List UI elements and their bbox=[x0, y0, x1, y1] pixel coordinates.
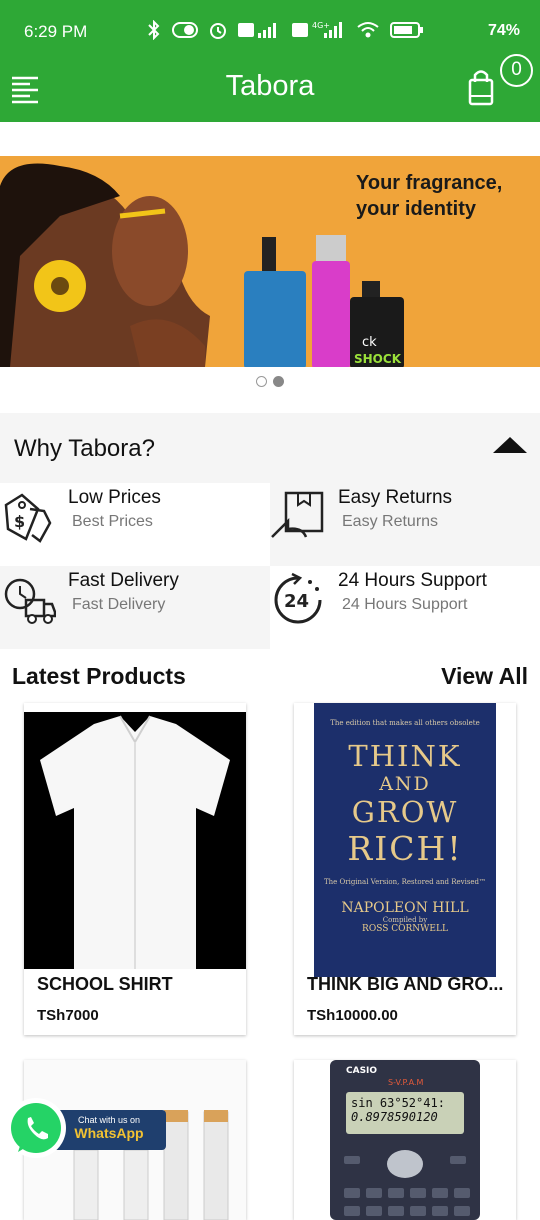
svg-text:$: $ bbox=[14, 512, 25, 531]
why-section-header[interactable]: Why Tabora? bbox=[0, 413, 540, 483]
book-compiled-by: Compiled by bbox=[382, 916, 428, 924]
calculator-display: sin 63°52°41: 0.8978590120 bbox=[346, 1092, 464, 1134]
book-subtitle: The Original Version, Restored and Revis… bbox=[323, 878, 487, 886]
feature-24h-support: 24 24 Hours Support 24 Hours Support bbox=[270, 566, 540, 649]
carousel-dot-2[interactable] bbox=[273, 376, 285, 387]
whatsapp-chat-button[interactable]: Chat with us on WhatsApp bbox=[4, 1096, 168, 1166]
carousel-dot-1[interactable] bbox=[255, 376, 267, 387]
feature-title: 24 Hours Support bbox=[338, 570, 487, 591]
banner-model-image bbox=[0, 163, 210, 367]
product-card-school-shirt[interactable]: SCHOOL SHIRT TSh7000 bbox=[24, 703, 246, 1035]
calculator-brand: CASIO bbox=[346, 1066, 378, 1076]
product-image-shirt bbox=[24, 712, 246, 969]
feature-low-prices: $ Low Prices Best Prices bbox=[0, 483, 270, 566]
svg-text:SHOCK: SHOCK bbox=[354, 352, 402, 366]
feature-subtitle: Best Prices bbox=[72, 513, 153, 530]
signal-2-icon: 4G+ bbox=[292, 21, 342, 38]
battery-icon bbox=[390, 22, 423, 38]
wifi-icon bbox=[357, 22, 379, 38]
carousel-indicator bbox=[0, 374, 540, 392]
feature-fast-delivery: Fast Delivery Fast Delivery bbox=[0, 566, 270, 649]
feature-easy-returns: Easy Returns Easy Returns bbox=[270, 483, 540, 566]
book-editor: ROSS CORNWELL bbox=[362, 924, 448, 934]
svg-text:4G+: 4G+ bbox=[312, 21, 330, 30]
shopping-bag-icon[interactable] bbox=[466, 68, 500, 106]
product-price: TSh10000.00 bbox=[307, 1007, 398, 1024]
product-card-think-grow-rich[interactable]: The edition that makes all others obsole… bbox=[294, 703, 516, 1035]
calculator-model: S-V.P.A.M bbox=[388, 1078, 424, 1087]
book-title-line-3: GROW bbox=[351, 795, 459, 829]
whatsapp-icon bbox=[6, 1098, 66, 1158]
product-price: TSh7000 bbox=[37, 1007, 99, 1024]
alarm-icon bbox=[210, 23, 226, 39]
status-bar: 6:29 PM 4G+ 74% bbox=[0, 0, 540, 62]
product-name: THINK BIG AND GRO... bbox=[307, 974, 504, 994]
book-title-line-4: RICH! bbox=[347, 829, 463, 868]
display-line-2: 0.8978590120 bbox=[351, 1110, 438, 1124]
app-bar: Tabora 0 bbox=[0, 54, 540, 122]
banner-headline: Your fragrance, your identity bbox=[356, 170, 536, 222]
product-name: SCHOOL SHIRT bbox=[37, 974, 173, 994]
book-author: NAPOLEON HILL bbox=[341, 900, 469, 916]
return-box-icon bbox=[271, 491, 324, 538]
why-title: Why Tabora? bbox=[14, 435, 155, 462]
perfume-bottles-image: ck SHOCK bbox=[244, 235, 404, 367]
banner-line-1: Your fragrance, bbox=[356, 172, 503, 194]
feature-title: Easy Returns bbox=[338, 487, 453, 508]
calculator-keys bbox=[344, 1150, 470, 1216]
display-line-1: sin 63°52°41: bbox=[351, 1096, 445, 1110]
toggle-icon bbox=[172, 22, 198, 38]
book-tagline: The edition that makes all others obsole… bbox=[330, 719, 480, 727]
app-title: Tabora bbox=[225, 70, 315, 102]
status-icons: 4G+ bbox=[146, 20, 424, 40]
clock-24-icon: 24 bbox=[274, 572, 322, 624]
product-image-calculator: CASIO S-V.P.A.M sin 63°52°41: 0.89785901… bbox=[330, 1060, 480, 1220]
bluetooth-icon bbox=[148, 20, 160, 40]
product-card-calculator[interactable]: CASIO S-V.P.A.M sin 63°52°41: 0.89785901… bbox=[294, 1060, 516, 1220]
svg-text:ck: ck bbox=[362, 335, 377, 350]
cart-count-badge[interactable]: 0 bbox=[500, 54, 533, 87]
feature-title: Fast Delivery bbox=[68, 570, 179, 591]
book-title-line-2: AND bbox=[379, 773, 431, 795]
feature-title: Low Prices bbox=[68, 487, 161, 508]
status-time: 6:29 PM bbox=[24, 22, 88, 41]
battery-percent: 74% bbox=[487, 22, 520, 39]
delivery-truck-icon bbox=[4, 578, 56, 624]
banner-line-2: your identity bbox=[356, 198, 477, 220]
latest-products-title: Latest Products bbox=[12, 663, 186, 689]
book-title-line-1: THINK bbox=[348, 739, 462, 773]
signal-1-icon bbox=[238, 23, 276, 38]
price-tag-icon: $ bbox=[4, 493, 52, 543]
product-image-book: The edition that makes all others obsole… bbox=[314, 703, 496, 977]
collapse-caret-icon[interactable] bbox=[493, 437, 527, 453]
promo-banner[interactable]: ck SHOCK Your fragrance, your identity bbox=[0, 156, 540, 367]
svg-text:24: 24 bbox=[284, 591, 309, 612]
view-all-link[interactable]: View All bbox=[441, 663, 528, 690]
feature-subtitle: 24 Hours Support bbox=[342, 596, 468, 613]
feature-subtitle: Easy Returns bbox=[342, 513, 439, 530]
feature-subtitle: Fast Delivery bbox=[72, 596, 166, 613]
